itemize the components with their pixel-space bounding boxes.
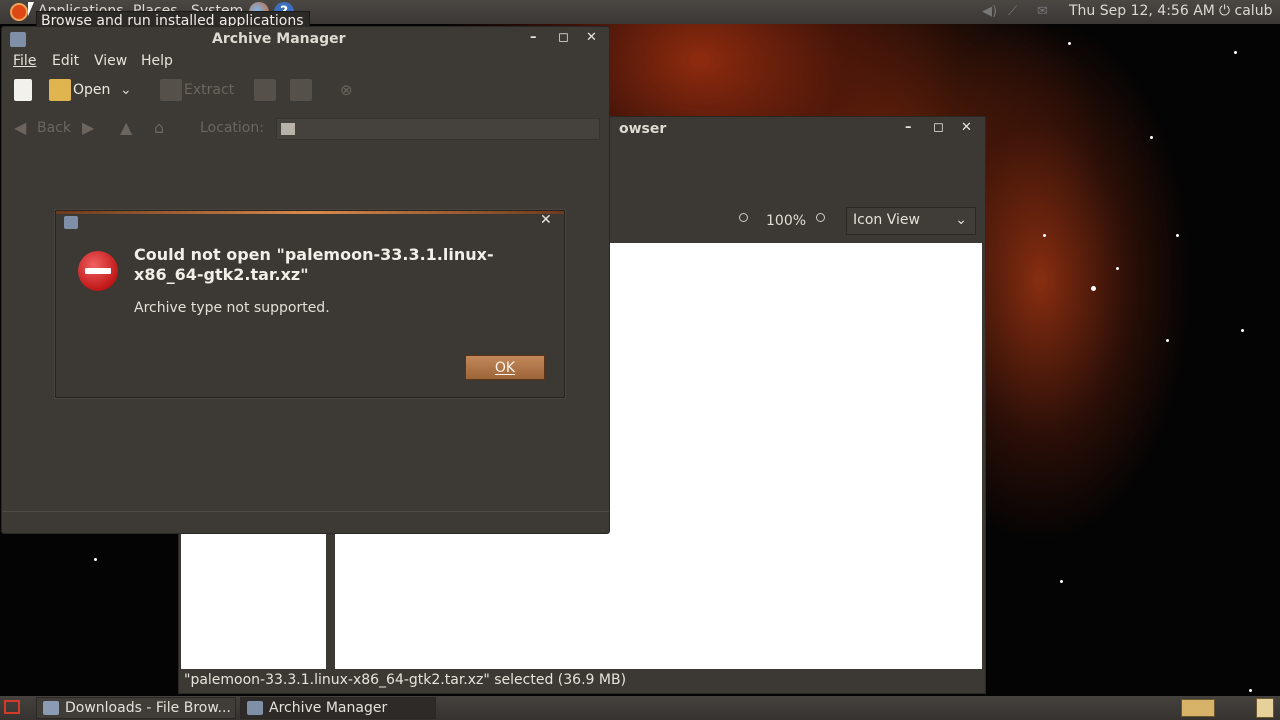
new-archive-icon[interactable]: [14, 79, 32, 101]
add-files-icon: [254, 79, 276, 101]
view-mode-select[interactable]: Icon View ⌄: [846, 207, 976, 235]
extract-icon: [160, 79, 182, 101]
network-icon[interactable]: ⟋: [1008, 4, 1017, 19]
menu-file[interactable]: File: [13, 53, 36, 69]
ok-button[interactable]: OK: [465, 355, 545, 380]
star: [1116, 267, 1119, 270]
divider: [2, 511, 609, 512]
mouse-cursor-icon: [28, 2, 34, 16]
minimize-button[interactable]: –: [905, 120, 912, 135]
back-button-label: Back: [37, 120, 71, 136]
clock[interactable]: Thu Sep 12, 4:56 AM: [1069, 3, 1215, 19]
minimize-button[interactable]: –: [530, 30, 537, 45]
stop-icon: ⊗: [340, 81, 353, 99]
username: calub: [1234, 3, 1273, 19]
task-file-browser[interactable]: Downloads - File Brow...: [36, 697, 236, 719]
chevron-down-icon[interactable]: ⌄: [120, 82, 132, 98]
view-mode-value: Icon View: [853, 212, 920, 228]
zoom-level: 100%: [766, 213, 807, 229]
task-label: Archive Manager: [269, 700, 388, 716]
status-bar: "palemoon-33.3.1.linux-x86_64-gtk2.tar.x…: [184, 672, 627, 688]
star: [1060, 580, 1063, 583]
zoom-out-icon[interactable]: [739, 213, 748, 222]
error-stop-icon: [78, 251, 118, 291]
archive-manager-titlebar[interactable]: Archive Manager – ◻ ✕: [2, 27, 609, 53]
star: [1166, 339, 1169, 342]
star: [1234, 51, 1237, 54]
ubuntu-logo-icon[interactable]: [10, 3, 28, 21]
maximize-button[interactable]: ◻: [933, 120, 944, 135]
window-title: Archive Manager: [212, 31, 346, 47]
location-label: Location:: [200, 120, 264, 136]
dialog-heading: Could not open "palemoon-33.3.1.linux-x8…: [134, 245, 494, 284]
bottom-panel: Downloads - File Brow... Archive Manager: [0, 696, 1280, 720]
task-archive-manager[interactable]: Archive Manager: [240, 697, 436, 719]
close-button[interactable]: ✕: [540, 212, 552, 228]
dialog-focus-bar: [56, 211, 564, 214]
menu-help[interactable]: Help: [141, 53, 173, 69]
volume-icon[interactable]: ◀): [982, 4, 997, 19]
open-folder-icon[interactable]: [49, 79, 71, 101]
power-icon: ⏻: [1219, 3, 1231, 19]
add-folder-icon: [290, 79, 312, 101]
menu-edit[interactable]: Edit: [52, 53, 79, 69]
mail-icon[interactable]: ✉: [1037, 4, 1048, 19]
up-arrow-icon: ▲: [120, 118, 133, 137]
maximize-button[interactable]: ◻: [558, 30, 569, 45]
home-icon: ⌂: [154, 118, 165, 137]
open-button-label[interactable]: Open: [73, 82, 110, 98]
back-arrow-icon: ◀: [14, 118, 27, 137]
star: [1176, 234, 1179, 237]
location-field[interactable]: [276, 118, 600, 140]
menubar: File Edit View Help: [2, 53, 609, 73]
archive-manager-app-icon[interactable]: [10, 32, 26, 47]
star: [1043, 234, 1046, 237]
star: [94, 558, 97, 561]
error-dialog: ✕ Could not open "palemoon-33.3.1.linux-…: [55, 210, 565, 398]
chevron-down-icon: ⌄: [955, 212, 967, 228]
workspace-switcher[interactable]: [1181, 699, 1215, 717]
show-desktop-icon[interactable]: [4, 700, 20, 714]
close-button[interactable]: ✕: [586, 30, 597, 45]
dialog-message: Archive type not supported.: [134, 300, 330, 316]
forward-arrow-icon: ▶: [82, 118, 95, 137]
folder-icon: [43, 701, 59, 715]
folder-icon: [281, 123, 295, 135]
user-menu[interactable]: ⏻ calub: [1219, 3, 1272, 19]
star: [1068, 42, 1071, 45]
close-button[interactable]: ✕: [961, 120, 972, 135]
star: [1091, 286, 1096, 291]
window-title: owser: [619, 121, 667, 137]
extract-button-label: Extract: [184, 82, 235, 98]
trash-icon[interactable]: [1256, 698, 1274, 718]
archive-manager-app-icon: [247, 701, 263, 715]
toolbar: Open ⌄ Extract ⊗: [2, 77, 609, 107]
task-label: Downloads - File Brow...: [65, 700, 231, 716]
zoom-in-icon[interactable]: [816, 213, 825, 222]
star: [1150, 136, 1153, 139]
star: [1249, 689, 1252, 692]
location-bar: ◀ Back ▶ ▲ ⌂ Location:: [2, 115, 609, 143]
dialog-app-icon: [64, 216, 78, 229]
star: [1241, 329, 1244, 332]
menu-view[interactable]: View: [94, 53, 127, 69]
